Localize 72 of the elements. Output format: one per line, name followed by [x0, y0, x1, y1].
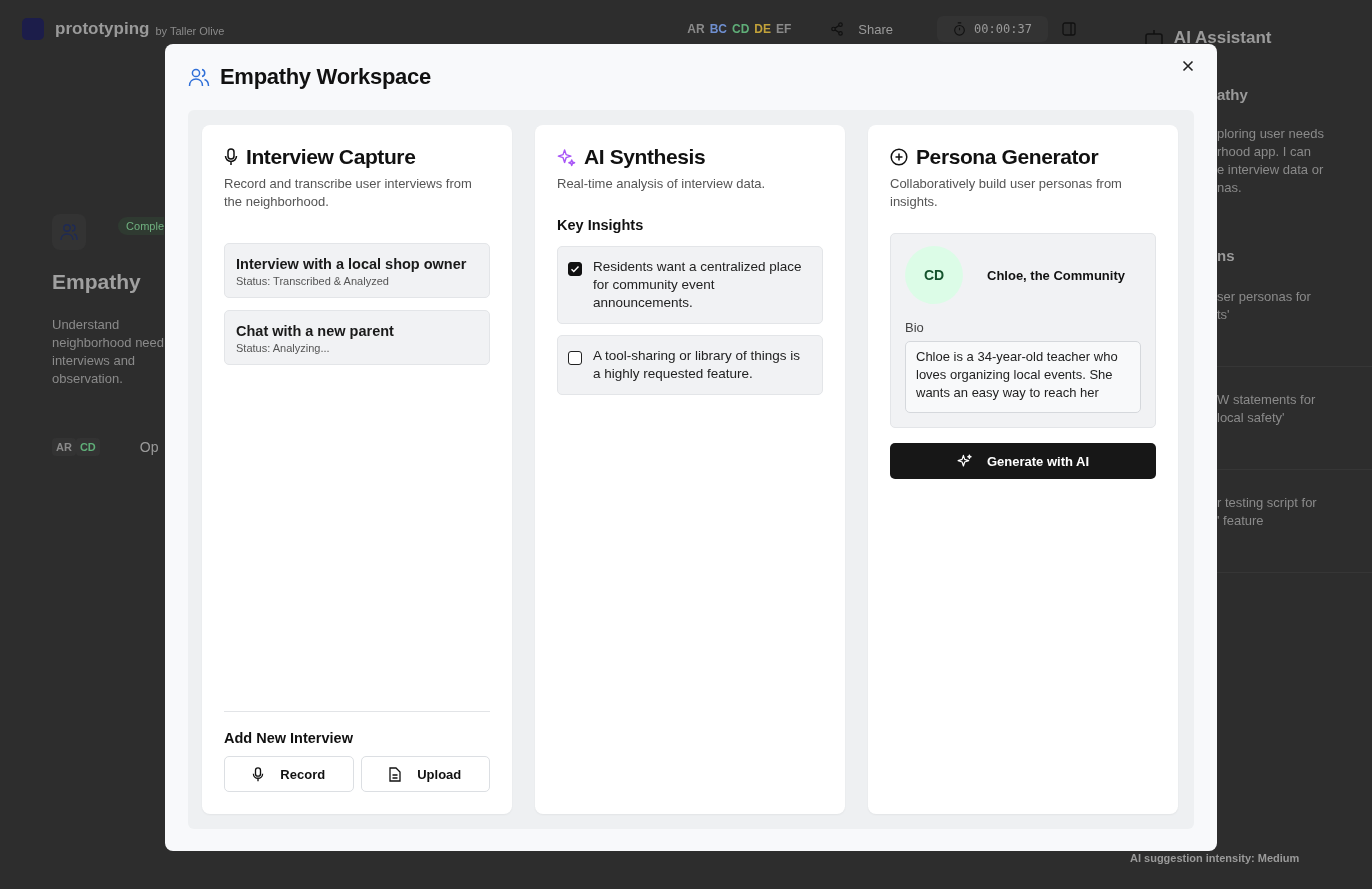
- suggestion-text: ser personas for: [1217, 288, 1312, 306]
- logo-icon: [22, 18, 44, 40]
- collaborator-avatar: BC: [708, 21, 728, 38]
- suggestion-text: W statements for: [1217, 391, 1317, 409]
- assistant-message: e interview data or: [1217, 161, 1325, 179]
- sparkle-icon: [956, 453, 973, 469]
- open-link[interactable]: Op: [139, 439, 159, 455]
- card-description: Collaboratively build user personas from insights.: [890, 175, 1123, 211]
- stage-description: Understand: [52, 316, 121, 334]
- card-title: AI Synthesis: [584, 145, 706, 169]
- interview-status: Status: Analyzing...: [236, 342, 331, 354]
- document-icon: [389, 766, 402, 782]
- interview-title: Chat with a new parent: [236, 323, 395, 339]
- users-icon: [188, 67, 210, 87]
- insight-text: A tool-sharing or library of things is a highly requested feature.: [593, 347, 802, 383]
- checkbox[interactable]: [568, 262, 582, 276]
- field-label: Bio: [905, 320, 925, 335]
- share-icon: [830, 22, 845, 36]
- sidebar-toggle-icon[interactable]: [1061, 22, 1076, 36]
- insight-text: Residents want a centralized place for community event announcements.: [593, 258, 802, 312]
- suggestion-text: r testing script for: [1217, 494, 1318, 512]
- stage-description: neighborhood need: [52, 334, 164, 352]
- assistant-message: ploring user needs: [1217, 125, 1325, 143]
- suggestion-text: ' feature: [1217, 512, 1265, 530]
- stopwatch-icon: [953, 22, 967, 36]
- assistant-section-title: athy: [1217, 86, 1249, 103]
- suggestions-heading: ns: [1217, 247, 1236, 264]
- card-description: Real-time analysis of interview data.: [557, 175, 767, 193]
- bio-field[interactable]: Chloe is a 34-year-old teacher who loves organizing local events. She wants an easy way to reach her: [905, 341, 1141, 413]
- interview-status: Status: Transcribed & Analyzed: [236, 275, 390, 287]
- member-avatar: AR: [52, 438, 76, 456]
- assistant-message: nas.: [1217, 179, 1243, 197]
- suggestion-text: ts': [1217, 306, 1231, 324]
- timer-value: 00:00:37: [974, 22, 1032, 36]
- generate-button[interactable]: Generate with AI: [890, 443, 1156, 479]
- collaborator-avatar: DE: [753, 21, 772, 38]
- checkbox[interactable]: [568, 351, 582, 365]
- record-button[interactable]: Record: [224, 756, 354, 792]
- users-icon: [59, 222, 80, 242]
- close-icon[interactable]: [1182, 60, 1194, 72]
- microphone-icon: [224, 148, 238, 166]
- collaborator-avatar: EF: [775, 21, 793, 38]
- status-badge: Comple: [118, 217, 164, 235]
- dialog-title: Empathy Workspace: [220, 64, 431, 90]
- section-heading: Key Insights: [557, 217, 645, 233]
- microphone-icon: [252, 766, 265, 782]
- collaborator-avatar: CD: [731, 21, 751, 38]
- suggestion-text: local safety': [1217, 409, 1286, 427]
- interview-item[interactable]: Chat with a new parent Status: Analyzing...: [224, 310, 490, 365]
- intensity-label: AI suggestion intensity: Medium: [1130, 852, 1301, 864]
- card-title: Persona Generator: [916, 145, 1099, 169]
- collaborator-avatar: AR: [686, 21, 706, 38]
- app-name: prototyping: [55, 19, 150, 39]
- byline: by Taller Olive: [155, 25, 225, 37]
- section-heading: Add New Interview: [224, 730, 354, 746]
- assistant-message: rhood app. I can: [1217, 143, 1312, 161]
- stage-description: interviews and: [52, 352, 137, 370]
- persona-avatar: CD: [905, 246, 963, 304]
- stage-title: Empathy: [52, 270, 142, 294]
- add-circle-icon: [890, 148, 908, 166]
- upload-button[interactable]: Upload: [360, 756, 490, 792]
- interview-title: Interview with a local shop owner: [236, 256, 468, 272]
- card-title: Interview Capture: [246, 145, 416, 169]
- share-button[interactable]: Share: [830, 21, 894, 37]
- persona-name: Chloe, the Community: [987, 267, 1125, 283]
- stage-description: observation.: [52, 370, 124, 388]
- card-description: Record and transcribe user interviews from the neighborhood.: [224, 175, 473, 211]
- member-avatar: CD: [75, 438, 100, 456]
- checkmark-icon: [570, 264, 580, 274]
- sparkle-icon: [557, 147, 576, 167]
- interview-item[interactable]: Interview with a local shop owner Status: Transcribed & Analyzed: [224, 243, 490, 298]
- assistant-title: AI Assistant: [1173, 28, 1272, 48]
